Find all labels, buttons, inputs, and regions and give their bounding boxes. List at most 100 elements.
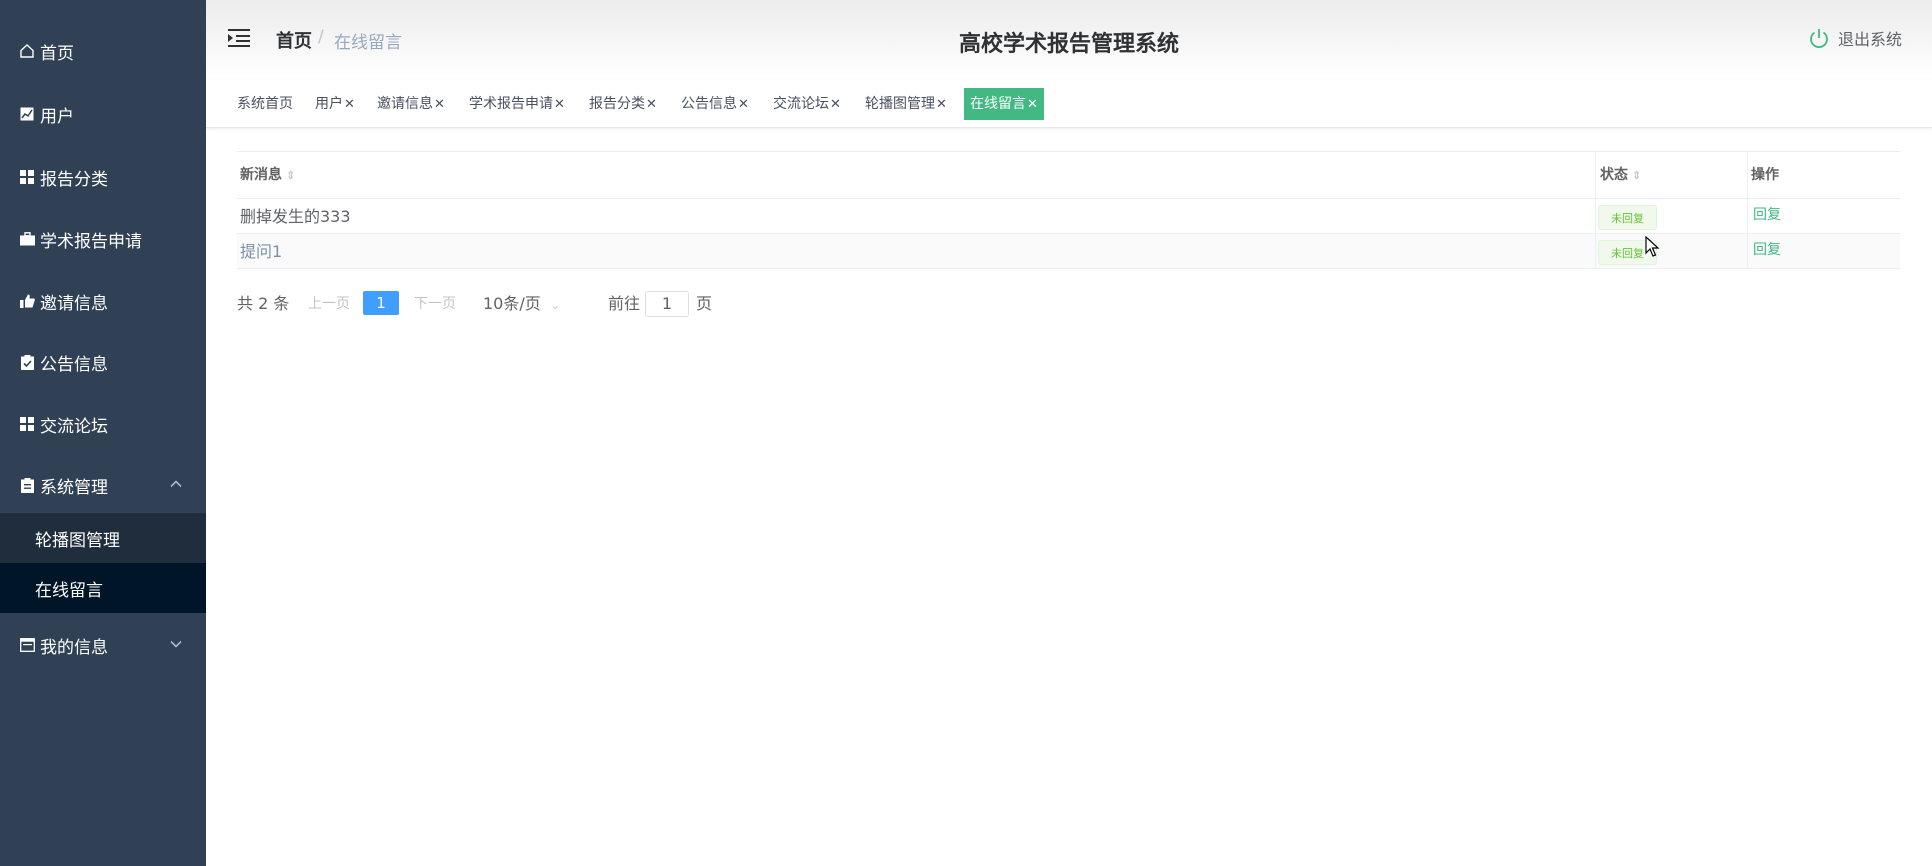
next-page-button[interactable]: 下一页 xyxy=(414,291,456,317)
sidebar-item-invitation[interactable]: 邀请信息 xyxy=(0,272,206,330)
tag-label: 交流论坛 xyxy=(773,96,829,112)
power-icon xyxy=(1810,29,1828,49)
close-icon[interactable]: ✕ xyxy=(434,97,445,112)
chart-icon xyxy=(18,105,36,123)
sidebar-item-forum[interactable]: 交流论坛 xyxy=(0,395,206,453)
message-cell: 提问1 xyxy=(240,242,283,261)
sidebar: 首页 用户 报告分类 学术报告申请 邀请信息 公告信息 交流论坛 系统管理 轮播… xyxy=(0,0,206,866)
chevron-down-icon xyxy=(170,641,182,648)
sort-icon[interactable]: ⇕ xyxy=(1632,169,1641,182)
page-size-label: 10条/页 xyxy=(483,294,541,313)
sidebar-item-label: 首页 xyxy=(40,43,74,64)
reply-button[interactable]: 回复 xyxy=(1753,234,1781,266)
tag-report-category[interactable]: 报告分类✕ xyxy=(583,88,663,120)
column-header-action: 操作 xyxy=(1751,167,1779,183)
sort-icon[interactable]: ⇕ xyxy=(286,169,295,182)
sidebar-item-announcement[interactable]: 公告信息 xyxy=(0,333,206,391)
close-icon[interactable]: ✕ xyxy=(554,97,565,112)
tag-label: 系统首页 xyxy=(237,96,293,112)
tag-label: 用户 xyxy=(315,96,343,112)
tag-users[interactable]: 用户✕ xyxy=(309,88,361,120)
column-divider xyxy=(1747,152,1748,198)
page-jump-input[interactable] xyxy=(645,291,689,317)
logout-button[interactable]: 退出系统 xyxy=(1808,26,1902,50)
submenu-item-carousel[interactable]: 轮播图管理 xyxy=(0,513,206,563)
sidebar-item-label: 系统管理 xyxy=(40,477,108,498)
column-divider xyxy=(1595,234,1596,268)
sidebar-item-label: 报告分类 xyxy=(40,169,108,190)
top-navbar: 首页 / 在线留言 高校学术报告管理系统 退出系统 xyxy=(206,0,1932,80)
column-divider xyxy=(1595,199,1596,233)
column-header-status[interactable]: 状态 ⇕ xyxy=(1600,152,1641,199)
column-divider xyxy=(1595,152,1596,198)
goto-label: 前往 xyxy=(608,294,641,313)
page-number-active[interactable]: 1 xyxy=(363,291,399,315)
column-divider xyxy=(1747,234,1748,268)
sidebar-item-label: 我的信息 xyxy=(40,637,108,658)
calendar-icon xyxy=(18,636,36,654)
submenu-item-label: 轮播图管理 xyxy=(35,530,120,551)
column-header-message[interactable]: 新消息 ⇕ xyxy=(240,152,295,199)
close-icon[interactable]: ✕ xyxy=(830,97,841,112)
chevron-down-icon: ⌄ xyxy=(550,299,560,312)
tag-label: 在线留言 xyxy=(970,96,1026,112)
page-size-select[interactable]: 10条/页 ⌄ xyxy=(483,291,560,319)
grid-icon xyxy=(18,168,36,186)
breadcrumb-current: 在线留言 xyxy=(334,33,402,53)
grid-icon xyxy=(18,415,36,433)
tag-label: 学术报告申请 xyxy=(469,96,553,112)
logout-label: 退出系统 xyxy=(1837,30,1902,49)
sidebar-item-label: 学术报告申请 xyxy=(40,231,142,252)
briefcase-icon xyxy=(18,230,36,248)
tag-label: 轮播图管理 xyxy=(865,96,935,112)
home-icon xyxy=(18,42,36,60)
sidebar-item-label: 用户 xyxy=(40,106,74,127)
tag-label: 邀请信息 xyxy=(377,96,433,112)
system-title: 高校学术报告管理系统 xyxy=(958,32,1179,57)
prev-page-button[interactable]: 上一页 xyxy=(308,291,350,317)
column-divider xyxy=(1747,199,1748,233)
table-header: 新消息 ⇕ 状态 ⇕ 操作 xyxy=(237,152,1900,199)
status-badge: 未回复 xyxy=(1598,205,1657,230)
clipboard-icon xyxy=(18,476,36,494)
menu-fold-icon[interactable] xyxy=(228,28,250,48)
tag-announcement[interactable]: 公告信息✕ xyxy=(675,88,755,120)
mouse-cursor-icon xyxy=(1645,236,1660,257)
tag-carousel[interactable]: 轮播图管理✕ xyxy=(859,88,953,120)
close-icon[interactable]: ✕ xyxy=(1027,97,1038,112)
tag-online-message[interactable]: 在线留言✕ xyxy=(964,88,1044,120)
submenu-item-label: 在线留言 xyxy=(35,580,103,601)
pagination-total: 共 2 条 xyxy=(237,294,290,313)
sidebar-item-report-application[interactable]: 学术报告申请 xyxy=(0,210,206,268)
close-icon[interactable]: ✕ xyxy=(344,97,355,112)
sidebar-item-my-info[interactable]: 我的信息 xyxy=(0,616,206,674)
reply-button[interactable]: 回复 xyxy=(1753,199,1781,231)
clipboard-check-icon xyxy=(18,353,36,371)
tag-report-application[interactable]: 学术报告申请✕ xyxy=(463,88,571,120)
tags-view: 系统首页 用户✕ 邀请信息✕ 学术报告申请✕ 报告分类✕ 公告信息✕ 交流论坛✕… xyxy=(206,80,1932,128)
close-icon[interactable]: ✕ xyxy=(936,97,947,112)
thumb-icon xyxy=(18,292,36,310)
chevron-up-icon xyxy=(170,480,182,487)
submenu-item-online-message[interactable]: 在线留言 xyxy=(0,563,206,613)
breadcrumb-separator: / xyxy=(318,27,324,47)
breadcrumb-home[interactable]: 首页 xyxy=(276,27,312,53)
app: 首页 用户 报告分类 学术报告申请 邀请信息 公告信息 交流论坛 系统管理 轮播… xyxy=(0,0,1932,866)
close-icon[interactable]: ✕ xyxy=(738,97,749,112)
close-icon[interactable]: ✕ xyxy=(646,97,657,112)
sidebar-item-label: 公告信息 xyxy=(40,354,108,375)
table-row: 删掉发生的333 未回复 回复 xyxy=(237,199,1900,234)
sidebar-item-label: 交流论坛 xyxy=(40,416,108,437)
page-unit-label: 页 xyxy=(696,294,713,313)
sidebar-item-report-category[interactable]: 报告分类 xyxy=(0,148,206,206)
sidebar-item-home[interactable]: 首页 xyxy=(0,22,206,80)
tag-label: 报告分类 xyxy=(589,96,645,112)
tag-forum[interactable]: 交流论坛✕ xyxy=(767,88,847,120)
sidebar-item-system-management[interactable]: 系统管理 xyxy=(0,456,206,514)
sidebar-item-users[interactable]: 用户 xyxy=(0,85,206,143)
tag-invitation[interactable]: 邀请信息✕ xyxy=(371,88,451,120)
tag-label: 公告信息 xyxy=(681,96,737,112)
sidebar-item-label: 邀请信息 xyxy=(40,293,108,314)
column-label: 状态 xyxy=(1600,167,1628,183)
tag-home[interactable]: 系统首页 xyxy=(231,88,299,120)
